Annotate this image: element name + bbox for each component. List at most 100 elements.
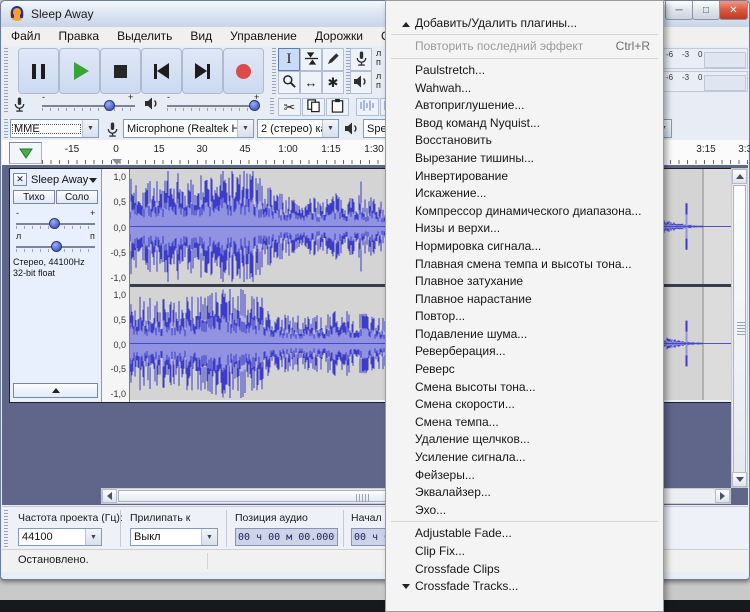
playback-volume-slider[interactable] bbox=[167, 100, 260, 112]
track-name[interactable]: Sleep Away bbox=[31, 174, 88, 186]
effects-menu-item[interactable]: Crossfade Clips bbox=[387, 560, 662, 578]
effects-menu-item[interactable]: Нормировка сигнала... bbox=[387, 237, 662, 255]
pause-icon bbox=[32, 64, 45, 79]
vertical-scale-ruler[interactable]: 1,00,50,0-0,5-1,01,00,50,0-0,5-1,0 bbox=[102, 169, 130, 402]
audio-position-field[interactable]: 00 ч 00 м 00.000 с▾ bbox=[235, 528, 338, 546]
close-button[interactable]: ✕ bbox=[719, 1, 748, 20]
mute-button[interactable]: Тихо bbox=[13, 190, 55, 204]
zoom-tool-button[interactable] bbox=[278, 71, 300, 94]
toolbar-grip[interactable] bbox=[272, 48, 276, 96]
effects-menu-item[interactable]: Повтор... bbox=[387, 308, 662, 326]
effects-menu-item[interactable]: Смена темпа... bbox=[387, 413, 662, 431]
effects-menu-item[interactable]: Adjustable Fade... bbox=[387, 525, 662, 543]
track-collapse-button[interactable] bbox=[13, 383, 98, 398]
play-button[interactable] bbox=[59, 48, 100, 94]
audio-host-select[interactable]: MME▼ bbox=[10, 119, 99, 138]
minimize-button[interactable]: ─ bbox=[665, 1, 693, 20]
maximize-button[interactable]: □ bbox=[692, 1, 720, 20]
effects-menu-item[interactable]: Низы и верхи... bbox=[387, 220, 662, 238]
effects-menu-item[interactable]: Добавить/Удалить плагины... bbox=[387, 14, 662, 32]
effects-menu-item[interactable]: Wahwah... bbox=[387, 79, 662, 97]
audio-position-label: Позиция аудио bbox=[235, 512, 308, 524]
trim-icon bbox=[359, 99, 376, 115]
copy-button[interactable] bbox=[302, 98, 325, 116]
menubar-item-5[interactable]: Управление bbox=[221, 27, 306, 46]
effects-menu-item[interactable]: Плавное нарастание bbox=[387, 290, 662, 308]
menubar-item-3[interactable]: Выделить bbox=[108, 27, 181, 46]
track-close-button[interactable]: ✕ bbox=[13, 173, 27, 186]
effects-menu-item[interactable]: Восстановить bbox=[387, 132, 662, 150]
envelope-icon bbox=[304, 51, 319, 69]
meter-tick-label: -3 bbox=[682, 73, 689, 82]
timeline-pin-button[interactable] bbox=[9, 142, 42, 164]
effects-menu-item[interactable]: Фейзеры... bbox=[387, 466, 662, 484]
toolbar-grip[interactable] bbox=[4, 510, 8, 547]
track-menu-arrow-icon[interactable] bbox=[89, 178, 97, 183]
toolbar-grip[interactable] bbox=[4, 48, 8, 114]
green-playhead-icon bbox=[19, 148, 33, 159]
meter-bar bbox=[704, 52, 746, 68]
effects-menu-item[interactable]: Искажение... bbox=[387, 184, 662, 202]
effects-menu-item[interactable]: Clip Fix... bbox=[387, 542, 662, 560]
effects-menu-item[interactable]: Автоприглушение... bbox=[387, 96, 662, 114]
gain-minus-label: - bbox=[16, 208, 19, 218]
effects-menu-item[interactable]: Подавление шума... bbox=[387, 325, 662, 343]
recording-channels-select[interactable]: 2 (стерео) кана.▼ bbox=[257, 119, 339, 138]
effects-menu-item[interactable]: Реверс bbox=[387, 360, 662, 378]
effects-menu-item[interactable]: Paulstretch... bbox=[387, 61, 662, 79]
recording-volume-slider[interactable] bbox=[42, 100, 135, 112]
skip-end-button[interactable] bbox=[182, 48, 223, 94]
selection-tool-button[interactable]: I bbox=[278, 48, 300, 71]
effects-menu-item[interactable]: Плавная смена темпа и высоты тона... bbox=[387, 255, 662, 273]
gain-slider[interactable] bbox=[16, 218, 95, 230]
menu-scroll-down-icon[interactable] bbox=[402, 589, 410, 607]
effects-menu-item[interactable]: Инвертирование bbox=[387, 167, 662, 185]
amplitude-scale-label: 0,5 bbox=[113, 197, 126, 207]
solo-button[interactable]: Соло bbox=[56, 190, 98, 204]
effects-menu-item[interactable]: Эквалайзер... bbox=[387, 483, 662, 501]
timeshift-tool-button[interactable]: ↔ bbox=[300, 71, 322, 94]
effects-menu-item[interactable]: Компрессор динамического диапазона... bbox=[387, 202, 662, 220]
stop-button[interactable] bbox=[100, 48, 141, 94]
trim-button[interactable] bbox=[356, 98, 379, 116]
menubar-item-2[interactable]: Правка bbox=[50, 27, 109, 46]
scroll-left-icon bbox=[107, 492, 112, 500]
timeshift-icon: ↔ bbox=[305, 75, 318, 90]
recording-device-select[interactable]: Microphone (Realtek High I▼ bbox=[123, 119, 254, 138]
mixer-mic-icon bbox=[12, 96, 27, 115]
effects-menu-item[interactable]: Смена высоты тона... bbox=[387, 378, 662, 396]
menubar-item-4[interactable]: Вид bbox=[181, 27, 221, 46]
envelope-tool-button[interactable] bbox=[300, 48, 322, 71]
effects-menu: Добавить/Удалить плагины...Повторить пос… bbox=[385, 0, 664, 612]
cut-button[interactable]: ✂ bbox=[278, 98, 301, 116]
ruler-time-label: 45 bbox=[239, 144, 250, 155]
meter-tick-label: -3 bbox=[682, 50, 689, 59]
skip-start-button[interactable] bbox=[141, 48, 182, 94]
toolbar-grip[interactable] bbox=[4, 119, 8, 138]
pan-slider[interactable] bbox=[16, 241, 95, 253]
effects-menu-item[interactable]: Вырезание тишины... bbox=[387, 149, 662, 167]
record-button[interactable] bbox=[223, 48, 264, 94]
paste-button[interactable] bbox=[326, 98, 349, 116]
toolbar-grip[interactable] bbox=[270, 98, 274, 114]
effects-menu-item[interactable]: Реверберация... bbox=[387, 343, 662, 361]
menubar-item-1[interactable]: Файл bbox=[2, 27, 50, 46]
effects-menu-item[interactable]: Эхо... bbox=[387, 501, 662, 519]
effects-menu-item[interactable]: Удаление щелчков... bbox=[387, 431, 662, 449]
vertical-scrollbar[interactable] bbox=[731, 168, 748, 488]
record-meter-mic-icon[interactable] bbox=[350, 48, 372, 71]
menubar-item-6[interactable]: Дорожки bbox=[306, 27, 372, 46]
play-meter-speaker-icon[interactable] bbox=[350, 71, 372, 94]
effects-menu-item[interactable]: Ввод команд Nyquist... bbox=[387, 114, 662, 132]
effects-menu-item[interactable]: Crossfade Tracks... bbox=[387, 577, 662, 595]
ruler-time-label: 1:30 bbox=[364, 144, 383, 155]
draw-tool-button[interactable] bbox=[322, 48, 344, 71]
snap-to-select[interactable]: Выкл▼ bbox=[130, 528, 218, 546]
multi-tool-button[interactable]: ✱ bbox=[322, 71, 344, 94]
project-rate-select[interactable]: 44100▼ bbox=[18, 528, 102, 546]
pause-button[interactable] bbox=[18, 48, 59, 94]
effects-menu-item[interactable]: Плавное затухание bbox=[387, 272, 662, 290]
effects-menu-item[interactable]: Смена скорости... bbox=[387, 395, 662, 413]
effects-menu-item[interactable]: Усиление сигнала... bbox=[387, 448, 662, 466]
meter-channel-right-label: п bbox=[376, 80, 381, 90]
